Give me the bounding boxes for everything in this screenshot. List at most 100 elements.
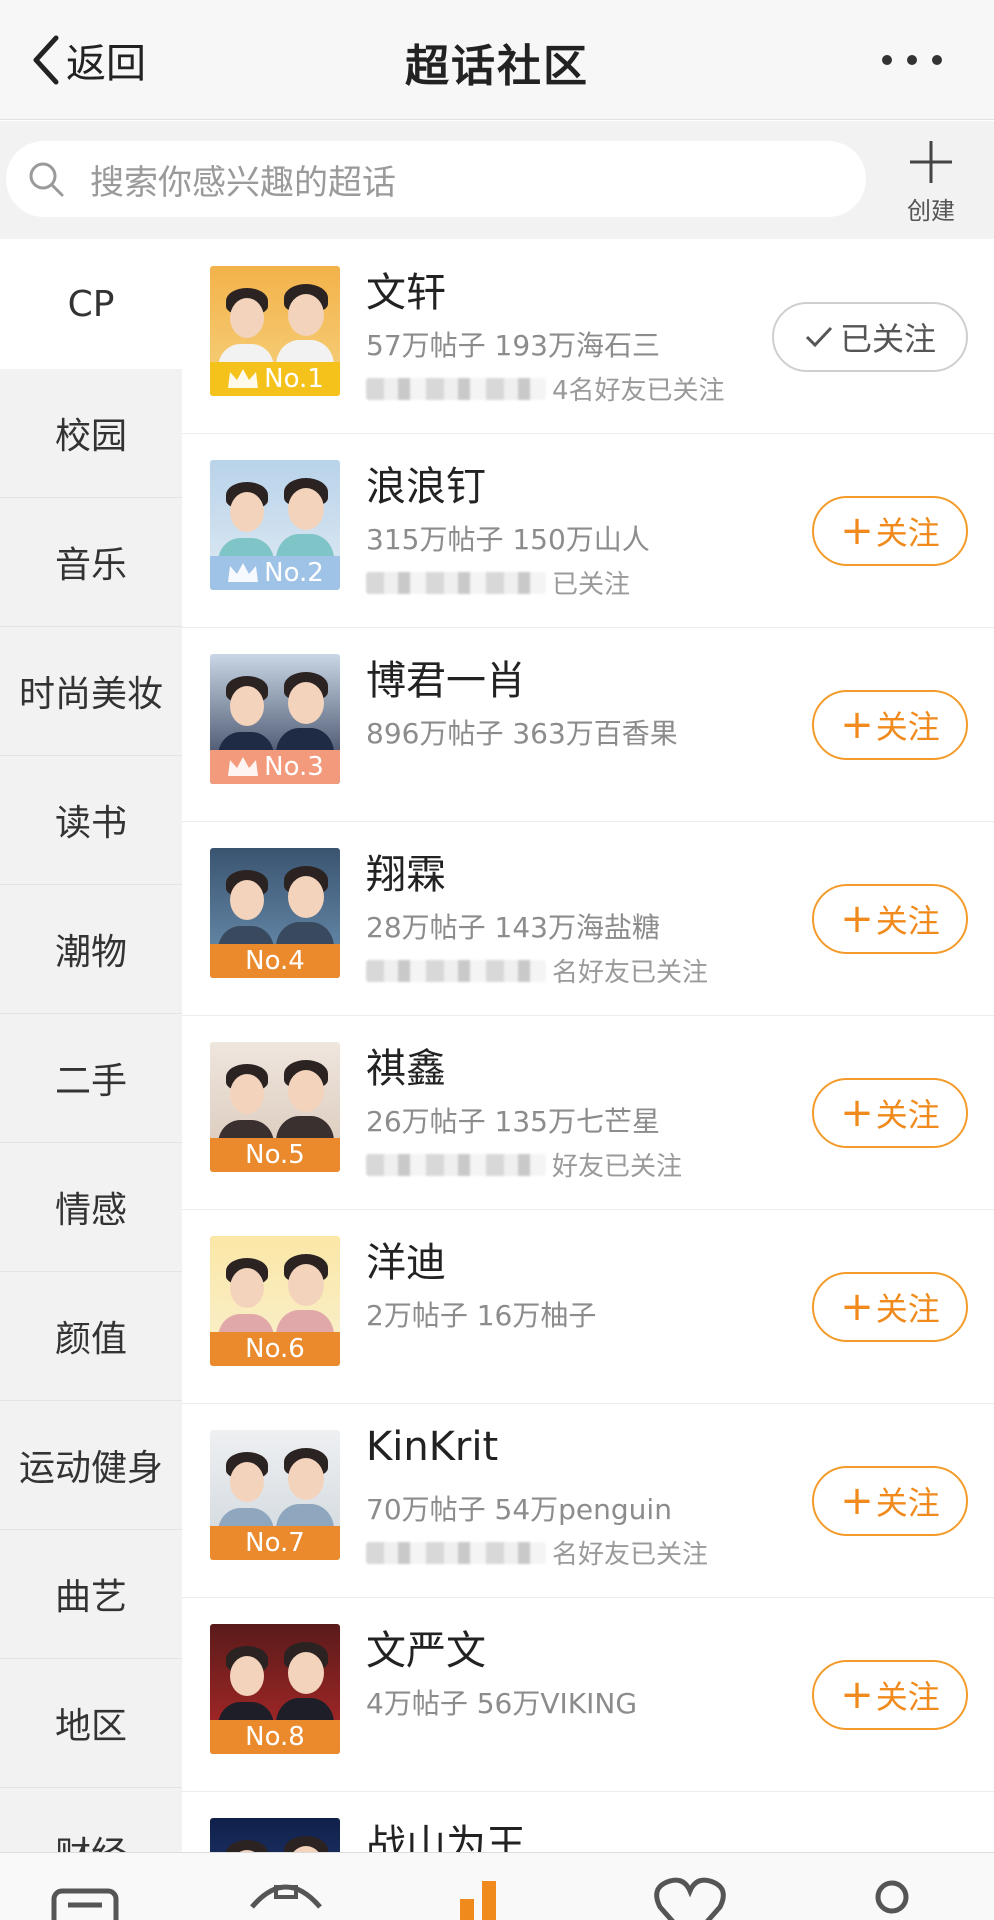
topic-stats: 57万帖子 193万海石三 [366,329,660,362]
search-icon [29,162,64,197]
follow-button-label: 关注 [875,902,940,940]
category-sidebar: CP 校园 音乐 时尚美妆 读书 潮物 二手 情感 颜值 运动健身 曲艺 地区 … [0,240,182,1852]
topic-thumbnail: No.5 [210,1042,340,1172]
search-input[interactable]: 搜索你感兴趣的超话 [6,141,866,217]
follow-button-label: 关注 [875,514,940,552]
nav-header: 返回 超话社区 [0,0,994,120]
plus-icon: + [840,1672,874,1718]
topic-name: KinKrit [366,1424,499,1470]
rank-badge: No.6 [210,1332,340,1366]
sidebar-item-finance[interactable]: 财经 [0,1788,182,1852]
crown-icon [228,757,259,776]
sidebar-item-secondhand[interactable]: 二手 [0,1014,182,1143]
sidebar-item-looks[interactable]: 颜值 [0,1272,182,1401]
supertopic-tab-icon[interactable] [448,1867,528,1920]
rank-badge: No.3 [210,750,340,784]
list-item[interactable]: No.6 洋迪 2万帖子 16万柚子 + 关注 [182,1210,994,1404]
topic-name: 祺鑫 [366,1046,446,1092]
list-item[interactable]: No.4 翔霖 28万帖子 143万海盐糖 名好友已关注 + 关注 [182,822,994,1016]
follow-button[interactable]: + 关注 [812,1660,968,1730]
topic-name: 文严文 [366,1628,486,1674]
topic-name: 浪浪钉 [366,464,486,510]
follow-button-label: 关注 [875,1484,940,1522]
sidebar-item-trends[interactable]: 潮物 [0,885,182,1014]
create-button[interactable]: 创建 [886,137,976,227]
crown-icon [228,369,259,388]
plus-icon: + [840,1284,874,1330]
follow-button[interactable]: + 关注 [812,496,968,566]
friends-followed-text: 已关注 [552,570,631,600]
topic-name: 翔霖 [366,852,446,898]
bottom-tab-bar [0,1852,994,1920]
topic-thumbnail: No.8 [210,1624,340,1754]
follow-button[interactable]: + 关注 [812,1078,968,1148]
rank-label: No.3 [264,752,324,782]
follow-button[interactable]: + 关注 [812,1466,968,1536]
friends-followed: 好友已关注 [366,1146,682,1183]
topic-stats: 4万帖子 56万VIKING [366,1687,638,1720]
rank-label: No.8 [245,1722,305,1752]
follow-button-label: 关注 [875,1678,940,1716]
more-dot-icon [882,55,892,65]
list-item[interactable]: No.8 文严文 4万帖子 56万VIKING + 关注 [182,1598,994,1792]
friends-followed-text: 名好友已关注 [552,1540,709,1570]
blurred-names [366,571,546,594]
list-item[interactable]: No.1 文轩 57万帖子 193万海石三 4名好友已关注 已关注 [182,240,994,434]
home-tab-icon[interactable] [48,1867,128,1920]
list-item[interactable]: No.3 博君一肖 896万帖子 363万百香果 + 关注 [182,628,994,822]
rank-badge: No.4 [210,944,340,978]
blurred-names [366,1541,546,1564]
topic-stats: 315万帖子 150万山人 [366,523,650,556]
list-item[interactable]: No.5 祺鑫 26万帖子 135万七芒星好友已关注 + 关注 [182,1016,994,1210]
plus-icon: + [840,508,874,554]
blurred-names [366,377,546,400]
follow-button-label: 关注 [875,1290,940,1328]
sidebar-item-cp[interactable]: CP [0,240,182,369]
sidebar-item-fitness[interactable]: 运动健身 [0,1401,182,1530]
plus-icon [910,141,952,183]
follow-button[interactable]: + 关注 [812,690,968,760]
list-item[interactable]: No.2 浪浪钉 315万帖子 150万山人已关注 + 关注 [182,434,994,628]
topic-thumbnail: No.6 [210,1236,340,1366]
sidebar-item-campus[interactable]: 校园 [0,369,182,498]
friends-followed: 名好友已关注 [366,952,708,989]
follow-button[interactable]: + 关注 [812,884,968,954]
topic-thumbnail: No.3 [210,654,340,784]
sidebar-item-opera[interactable]: 曲艺 [0,1530,182,1659]
back-button[interactable]: 返回 [28,28,146,92]
sidebar-item-music[interactable]: 音乐 [0,498,182,627]
plus-icon: + [840,1090,874,1136]
follow-button[interactable]: + 关注 [812,1272,968,1342]
profile-tab-icon[interactable] [852,1867,932,1920]
crown-icon [228,563,259,582]
topic-stats: 26万帖子 135万七芒星 [366,1105,660,1138]
topic-name: 博君一肖 [366,658,526,704]
back-label: 返回 [66,41,146,87]
followed-button[interactable]: 已关注 [772,302,968,372]
page-title: 超话社区 [405,41,589,92]
topic-thumbnail: No.4 [210,848,340,978]
rank-label: No.7 [245,1528,305,1558]
list-item[interactable]: No.7 KinKrit 70万帖子 54万penguin 名好友已关注 + 关注 [182,1404,994,1598]
list-item[interactable]: 战山为王 [182,1792,994,1852]
heart-tab-icon[interactable] [650,1867,730,1920]
sidebar-item-fashion[interactable]: 时尚美妆 [0,627,182,756]
topic-thumbnail: No.7 [210,1430,340,1560]
rank-badge: No.8 [210,1720,340,1754]
more-dot-icon [907,55,917,65]
discover-tab-icon[interactable] [246,1867,326,1920]
topic-name: 战山为王 [366,1822,526,1852]
plus-icon: + [840,702,874,748]
topic-thumbnail: No.2 [210,460,340,590]
friends-followed: 已关注 [366,564,630,601]
sidebar-item-reading[interactable]: 读书 [0,756,182,885]
rank-label: No.2 [264,558,324,588]
sidebar-item-emotion[interactable]: 情感 [0,1143,182,1272]
rank-label: No.5 [245,1140,305,1170]
topic-list: No.1 文轩 57万帖子 193万海石三 4名好友已关注 已关注 No.2 浪浪钉 315万… [182,240,994,1852]
more-button[interactable] [882,38,942,82]
plus-icon: + [840,896,874,942]
rank-label: No.6 [245,1334,305,1364]
sidebar-item-region[interactable]: 地区 [0,1659,182,1788]
topic-stats: 896万帖子 363万百香果 [366,717,678,750]
